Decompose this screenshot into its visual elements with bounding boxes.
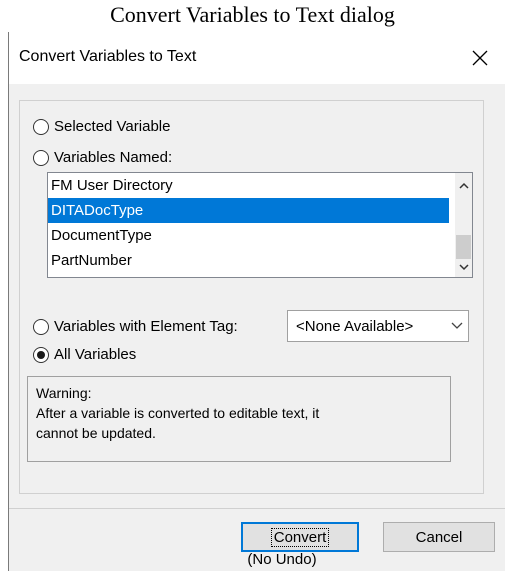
image-caption: Convert Variables to Text dialog [110, 2, 395, 27]
convert-button[interactable]: Convert [241, 522, 359, 552]
radio-button-checked[interactable] [33, 346, 49, 363]
warning-line: cannot be updated. [36, 425, 156, 441]
radio-label: Variables with Element Tag: [54, 318, 238, 335]
warning-line: After a variable is converted to editabl… [36, 405, 320, 421]
radio-label: All Variables [54, 346, 137, 363]
list-item[interactable]: PartNumber [48, 248, 449, 273]
button-label: Cancel [415, 528, 463, 546]
radio-variables-with-element-tag[interactable]: Variables with Element Tag: [33, 318, 238, 335]
chevron-up-icon [458, 182, 469, 189]
convert-variables-dialog: Convert Variables to Text Selected Varia… [8, 32, 505, 571]
close-button[interactable] [462, 40, 498, 76]
element-tag-select[interactable]: <None Available> [287, 310, 469, 342]
button-label: Convert [270, 527, 330, 547]
radio-button[interactable] [33, 318, 49, 335]
close-icon [472, 50, 488, 66]
vertical-scrollbar[interactable] [455, 173, 472, 277]
select-value: <None Available> [296, 317, 414, 335]
radio-button[interactable] [33, 118, 49, 135]
title-bar: Convert Variables to Text [9, 32, 505, 84]
radio-label: Variables Named: [54, 149, 173, 166]
radio-selected-variable[interactable]: Selected Variable [33, 118, 170, 135]
warning-box: Warning: After a variable is converted t… [27, 376, 451, 462]
chevron-down-icon [446, 322, 468, 330]
chevron-down-icon [458, 264, 469, 271]
radio-button[interactable] [33, 149, 49, 166]
radio-label: Selected Variable [54, 118, 171, 135]
variables-listbox[interactable]: FM User Directory DITADocType DocumentTy… [47, 172, 473, 278]
warning-heading: Warning: [36, 385, 92, 401]
no-undo-note: (No Undo) [247, 551, 317, 568]
list-item-selected[interactable]: DITADocType [48, 198, 449, 223]
list-item[interactable]: FM User Directory [48, 173, 449, 198]
scroll-up-button[interactable] [455, 177, 472, 194]
window-title: Convert Variables to Text [19, 48, 197, 65]
scrollbar-thumb[interactable] [456, 235, 471, 259]
scroll-down-button[interactable] [455, 259, 472, 276]
divider [9, 508, 505, 509]
list-item[interactable]: DocumentType [48, 223, 449, 248]
radio-variables-named[interactable]: Variables Named: [33, 149, 172, 166]
cancel-button[interactable]: Cancel [383, 522, 495, 552]
radio-all-variables[interactable]: All Variables [33, 346, 136, 363]
